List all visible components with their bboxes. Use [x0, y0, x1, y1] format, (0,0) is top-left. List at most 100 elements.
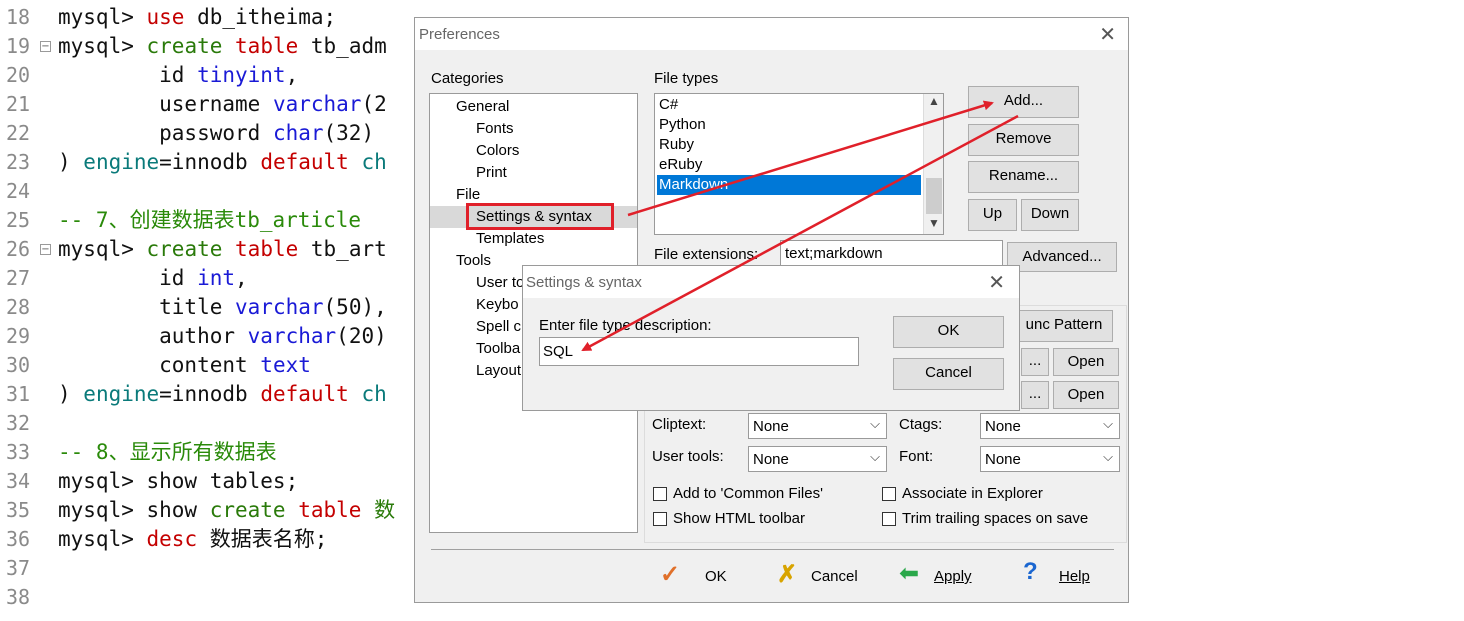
code-token: mysql>	[58, 237, 147, 261]
line-number: 26	[6, 237, 31, 261]
tree-item-general[interactable]: General	[456, 98, 509, 115]
cancel-icon: ✗	[777, 561, 798, 588]
file-types-label: File types	[654, 70, 719, 87]
associate-checkbox[interactable]	[882, 487, 896, 501]
ok-footer-label: OK	[705, 568, 727, 585]
html-toolbar-label: Show HTML toolbar	[673, 510, 805, 527]
code-token: )	[58, 382, 84, 406]
chevron-down-icon: ⌵	[1103, 449, 1113, 464]
font-select[interactable]: None ⌵	[980, 446, 1120, 472]
code-token: table	[298, 498, 362, 522]
file-type-item[interactable]: eRuby	[657, 155, 921, 175]
fold-toggle-icon[interactable]: −	[40, 41, 51, 52]
browse-button-1[interactable]: ...	[1021, 348, 1049, 376]
code-token: mysql>	[58, 5, 147, 29]
code-token: mysql>	[58, 34, 147, 58]
user-tools-label: User tools:	[652, 448, 724, 465]
code-token: tinyint	[197, 63, 286, 87]
advanced-button[interactable]: Advanced...	[1007, 242, 1117, 272]
file-extensions-value: text;markdown	[785, 245, 883, 262]
code-token: (32)	[323, 121, 375, 145]
remove-button[interactable]: Remove	[968, 124, 1079, 156]
tree-item-spell[interactable]: Spell c	[476, 318, 521, 335]
line-number: 30	[6, 353, 31, 377]
code-token: 数	[361, 498, 396, 522]
tree-item-user-tools[interactable]: User to	[476, 274, 524, 291]
code-token: =innodb	[159, 150, 261, 174]
code-token: 数据表名称;	[197, 527, 328, 551]
scrollbar-thumb[interactable]	[926, 178, 942, 214]
code-token: ,	[235, 266, 248, 290]
browse-button-2[interactable]: ...	[1021, 381, 1049, 409]
description-prompt: Enter file type description:	[539, 317, 712, 334]
add-button[interactable]: Add...	[968, 86, 1079, 118]
open-button-1[interactable]: Open	[1053, 348, 1119, 376]
common-files-checkbox[interactable]	[653, 487, 667, 501]
cliptext-value: None	[753, 418, 789, 435]
close-icon[interactable]: ✕	[988, 270, 1005, 295]
code-token: create	[209, 498, 286, 522]
file-type-item[interactable]: Markdown	[657, 175, 921, 195]
file-extensions-input[interactable]: text;markdown	[780, 240, 1003, 268]
footer-divider	[431, 549, 1114, 550]
code-token: engine	[83, 382, 160, 406]
preferences-titlebar: Preferences ✕	[415, 18, 1128, 50]
inner-ok-button[interactable]: OK	[893, 316, 1004, 348]
file-types-scrollbar[interactable]: ▲ ▼	[923, 94, 943, 234]
inner-cancel-button[interactable]: Cancel	[893, 358, 1004, 390]
file-type-item[interactable]: Ruby	[657, 135, 921, 155]
code-token: tb_art	[298, 237, 387, 261]
scroll-up-icon[interactable]: ▲	[928, 94, 940, 108]
code-token: text	[260, 353, 311, 377]
chevron-down-icon: ⌵	[1103, 416, 1113, 431]
tree-item-keyboard[interactable]: Keybo	[476, 296, 519, 313]
fold-toggle-icon[interactable]: −	[40, 244, 51, 255]
file-types-list[interactable]: Markdown eRuby Ruby Python C# ▲ ▼	[654, 93, 944, 235]
code-token: table	[235, 237, 299, 261]
user-tools-value: None	[753, 451, 789, 468]
trim-checkbox[interactable]	[882, 512, 896, 526]
trim-label: Trim trailing spaces on save	[902, 510, 1089, 527]
code-token: (50),	[323, 295, 387, 319]
cliptext-select[interactable]: None ⌵	[748, 413, 887, 439]
down-button[interactable]: Down	[1021, 199, 1079, 231]
ctags-label: Ctags:	[899, 416, 943, 433]
scroll-down-icon[interactable]: ▼	[928, 216, 940, 230]
code-token: mysql>	[58, 527, 147, 551]
help-footer-label: Help	[1059, 568, 1090, 585]
description-input[interactable]: SQL	[539, 337, 859, 366]
user-tools-select[interactable]: None ⌵	[748, 446, 887, 472]
code-token: )	[58, 150, 84, 174]
line-number: 21	[6, 92, 31, 116]
tree-item-print[interactable]: Print	[476, 164, 507, 181]
tree-item-colors[interactable]: Colors	[476, 142, 519, 159]
tree-item-tools[interactable]: Tools	[456, 252, 491, 269]
file-type-item[interactable]: C#	[657, 95, 921, 115]
check-icon: ✓	[660, 561, 681, 588]
code-token: title	[58, 295, 236, 319]
tree-item-fonts[interactable]: Fonts	[476, 120, 514, 137]
open-button-2[interactable]: Open	[1053, 381, 1119, 409]
line-number: 36	[6, 527, 31, 551]
file-type-item[interactable]: Python	[657, 115, 921, 135]
html-toolbar-checkbox[interactable]	[653, 512, 667, 526]
rename-button[interactable]: Rename...	[968, 161, 1079, 193]
apply-footer-label: Apply	[934, 568, 972, 585]
tree-item-file[interactable]: File	[456, 186, 480, 203]
tree-item-layout[interactable]: Layout	[476, 362, 521, 379]
ctags-select[interactable]: None ⌵	[980, 413, 1120, 439]
close-icon[interactable]: ✕	[1099, 22, 1116, 47]
up-button[interactable]: Up	[968, 199, 1017, 231]
tree-item-toolbar[interactable]: Toolba	[476, 340, 520, 357]
settings-syntax-title: Settings & syntax	[526, 274, 642, 291]
tree-item-templates[interactable]: Templates	[476, 230, 544, 247]
line-number: 37	[6, 556, 31, 580]
code-token: id	[58, 63, 198, 87]
code-token: -- 7、创建数据表tb_article	[58, 208, 362, 232]
code-token: char	[272, 121, 324, 145]
cliptext-label: Cliptext:	[652, 416, 707, 433]
func-pattern-button[interactable]: unc Pattern	[1015, 310, 1113, 342]
settings-syntax-titlebar: Settings & syntax ✕	[523, 266, 1019, 298]
